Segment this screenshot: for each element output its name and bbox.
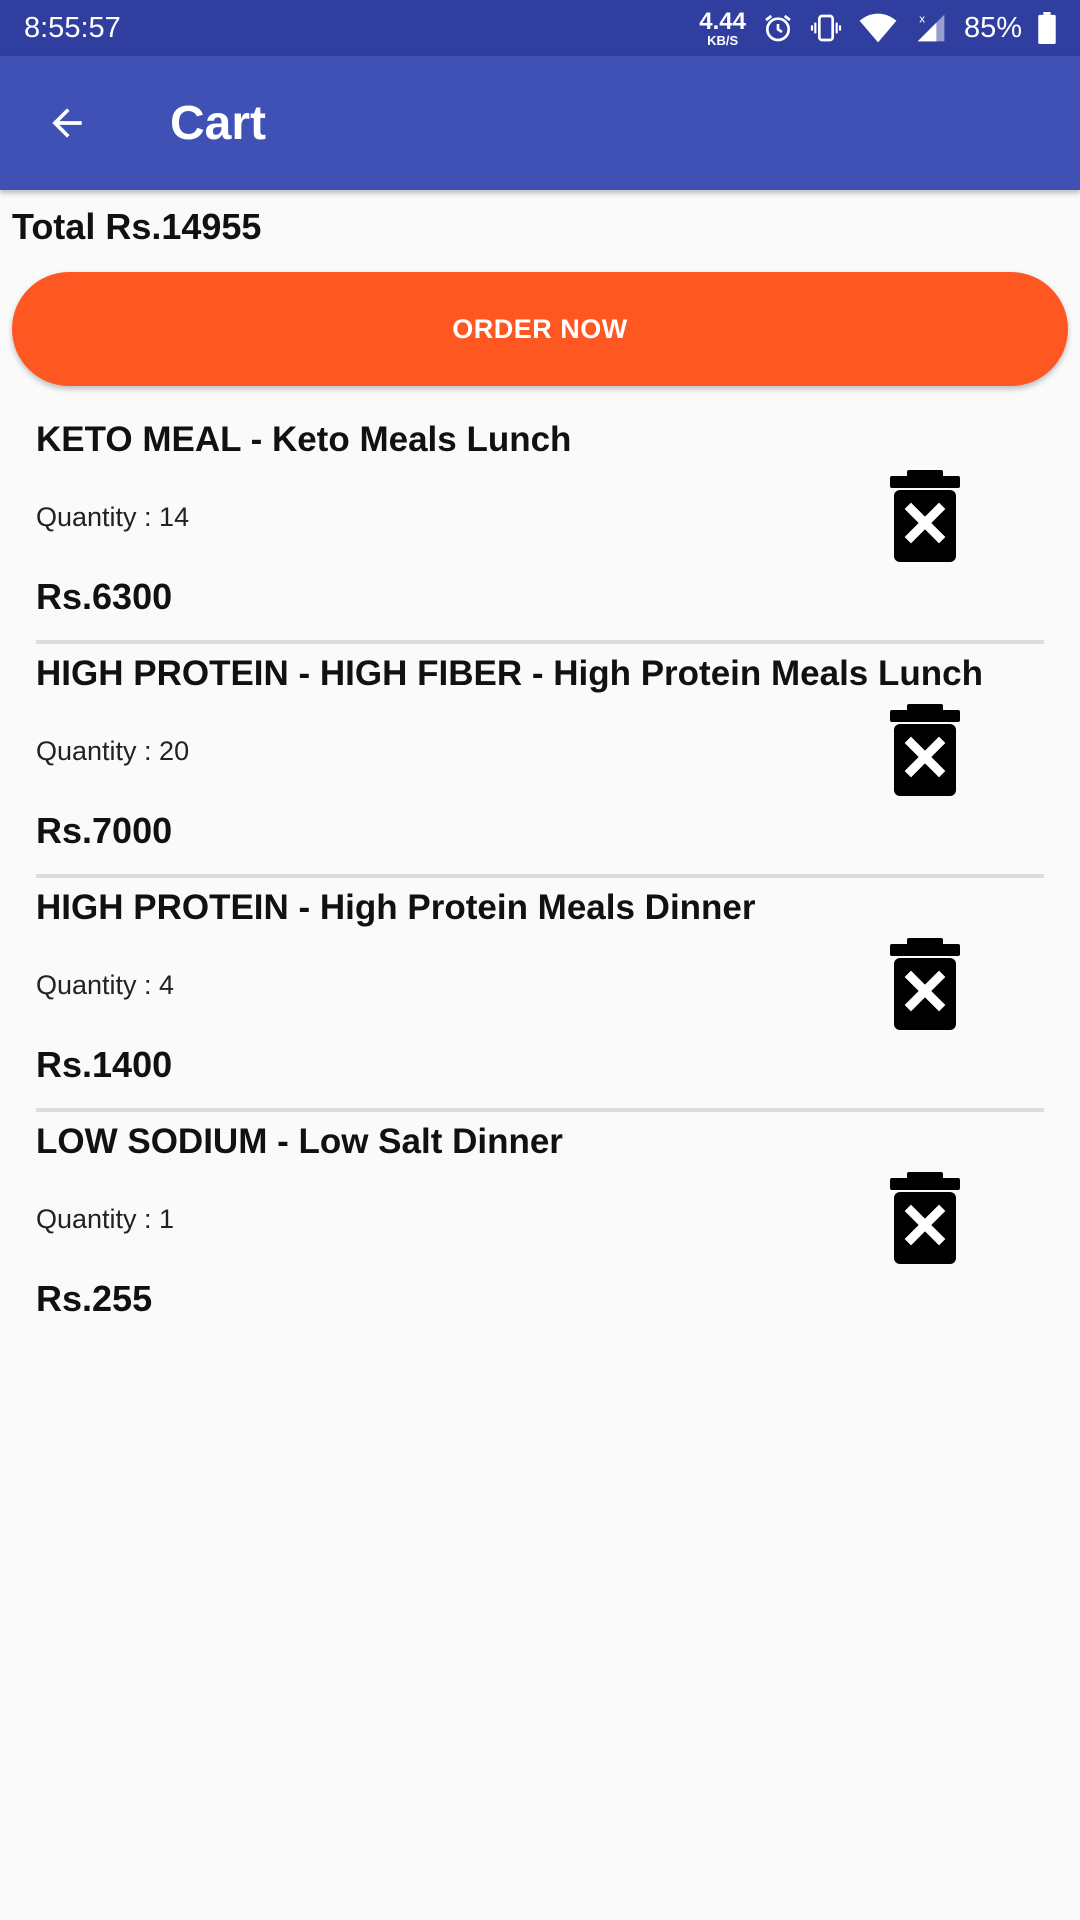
wifi-icon [858, 12, 898, 44]
item-price: Rs.7000 [36, 810, 173, 851]
item-price: Rs.1400 [36, 1044, 173, 1085]
delete-forever-icon [890, 470, 960, 562]
status-time: 8:55:57 [24, 11, 121, 44]
back-button[interactable] [32, 88, 102, 158]
cart-item: HIGH PROTEIN - HIGH FIBER - High Protein… [36, 644, 1044, 878]
cart-item: LOW SODIUM - Low Salt Dinner Quantity : … [36, 1112, 1044, 1346]
item-price: Rs.255 [36, 1278, 153, 1319]
alarm-icon [762, 12, 794, 44]
arrow-back-icon [52, 108, 82, 138]
item-name: HIGH PROTEIN - HIGH FIBER - High Protein… [36, 654, 983, 693]
vibrate-icon [810, 12, 842, 44]
delete-forever-icon [890, 1172, 960, 1264]
network-speed-unit: KB/S [707, 32, 739, 48]
item-quantity: Quantity : 14 [36, 502, 190, 532]
network-speed: 4.44 KB/S [699, 7, 746, 48]
item-quantity: Quantity : 1 [36, 1204, 175, 1234]
item-quantity: Quantity : 20 [36, 736, 190, 766]
delete-item-button[interactable] [888, 1172, 962, 1264]
item-quantity: Quantity : 4 [36, 970, 175, 1000]
status-bar: 8:55:57 4.44 KB/S x 85% [0, 0, 1080, 56]
item-name: KETO MEAL - Keto Meals Lunch [36, 420, 572, 459]
battery-level: 85% [963, 11, 1022, 44]
item-name: LOW SODIUM - Low Salt Dinner [36, 1122, 563, 1161]
delete-item-button[interactable] [888, 704, 962, 796]
svg-text:x: x [919, 13, 925, 26]
delete-item-button[interactable] [888, 938, 962, 1030]
cart-list: KETO MEAL - Keto Meals Lunch Quantity : … [0, 410, 1080, 1346]
delete-forever-icon [890, 704, 960, 796]
item-name: HIGH PROTEIN - High Protein Meals Dinner [36, 888, 756, 927]
cart-item: HIGH PROTEIN - High Protein Meals Dinner… [36, 878, 1044, 1112]
app-bar: Cart [0, 56, 1080, 190]
status-icons: 4.44 KB/S x 85% [699, 7, 1056, 48]
item-price: Rs.6300 [36, 576, 173, 617]
delete-forever-icon [890, 938, 960, 1030]
cart-total: Total Rs.14955 [12, 206, 262, 247]
page-title: Cart [170, 96, 267, 150]
order-now-button[interactable]: ORDER NOW [12, 272, 1068, 386]
delete-item-button[interactable] [888, 470, 962, 562]
signal-icon: x [914, 12, 948, 44]
battery-icon [1038, 12, 1056, 44]
network-speed-value: 4.44 [699, 7, 746, 35]
cart-item: KETO MEAL - Keto Meals Lunch Quantity : … [36, 410, 1044, 644]
